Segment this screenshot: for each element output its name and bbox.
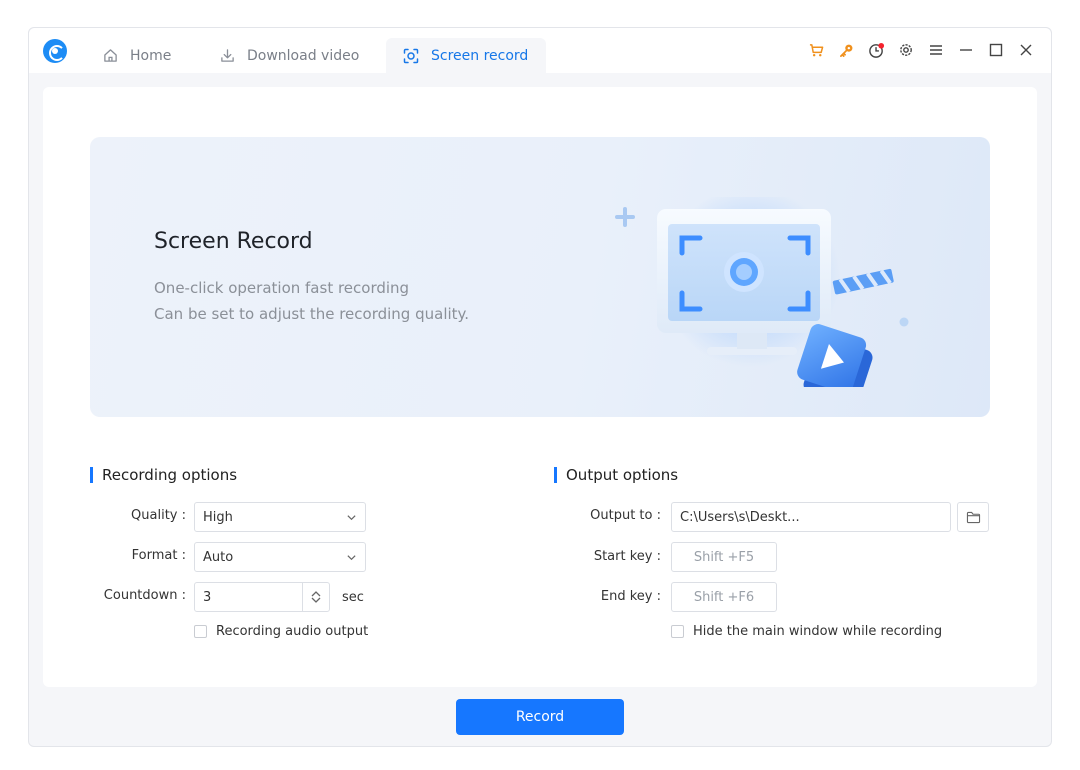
start-key-value: Shift +F5	[693, 549, 755, 565]
tab-screen-record[interactable]: Screen record	[386, 38, 546, 73]
recording-audio-checkbox[interactable]: Recording audio output	[194, 624, 368, 639]
recording-options-title: Recording options	[90, 467, 237, 483]
hide-window-label: Hide the main window while recording	[693, 624, 943, 639]
hide-window-checkbox[interactable]: Hide the main window while recording	[671, 624, 942, 639]
stepper-spin-buttons[interactable]	[302, 583, 329, 611]
app-logo	[43, 39, 67, 63]
format-value: Auto	[203, 549, 234, 565]
hero-banner: Screen Record One-click operation fast r…	[90, 137, 990, 417]
output-to-label: Output to :	[590, 508, 661, 523]
countdown-stepper[interactable]: 3	[194, 582, 330, 612]
countdown-label: Countdown :	[103, 588, 186, 603]
tab-download-video[interactable]: Download video	[220, 38, 359, 73]
title-bar-actions	[795, 41, 1035, 59]
chevron-down-icon	[347, 515, 356, 521]
checkbox-box[interactable]	[671, 625, 684, 638]
end-key-field[interactable]: Shift +F6	[671, 582, 777, 612]
maximize-icon[interactable]	[987, 41, 1005, 59]
folder-icon	[966, 511, 980, 523]
start-key-label: Start key :	[593, 549, 661, 564]
main-panel: Screen Record One-click operation fast r…	[43, 87, 1037, 687]
cart-icon[interactable]	[807, 41, 825, 59]
home-icon	[104, 49, 117, 62]
gear-icon[interactable]	[897, 41, 915, 59]
key-icon[interactable]	[837, 41, 855, 59]
countdown-value: 3	[203, 589, 212, 605]
end-key-label: End key :	[600, 589, 661, 604]
tab-home-label: Home	[130, 47, 172, 64]
countdown-unit: sec	[342, 590, 364, 605]
title-bar: Home Download video Screen record	[29, 28, 1051, 73]
end-key-value: Shift +F6	[693, 589, 755, 605]
close-icon[interactable]	[1017, 41, 1035, 59]
minimize-icon[interactable]	[957, 41, 975, 59]
format-label: Format :	[131, 548, 186, 563]
chevron-down-icon[interactable]	[311, 597, 321, 604]
output-options-title: Output options	[554, 467, 678, 483]
start-key-field[interactable]: Shift +F5	[671, 542, 777, 572]
chevron-down-icon	[347, 555, 356, 561]
chevron-up-icon[interactable]	[311, 590, 321, 597]
hero-title: Screen Record	[154, 229, 313, 254]
tab-download-label: Download video	[247, 47, 360, 64]
browse-folder-button[interactable]	[957, 502, 989, 532]
screen-record-icon	[403, 48, 419, 63]
quality-label: Quality :	[131, 508, 186, 523]
quality-value: High	[203, 509, 233, 525]
quality-select[interactable]: High	[194, 502, 366, 532]
hero-description-line-2: Can be set to adjust the recording quali…	[154, 305, 470, 323]
output-path-value: C:\Users\s\Deskt...	[680, 509, 800, 525]
clock-icon[interactable]	[867, 41, 885, 59]
recording-audio-label: Recording audio output	[216, 624, 369, 639]
app-window: Home Download video Screen record Screen…	[28, 27, 1052, 747]
format-select[interactable]: Auto	[194, 542, 366, 572]
tab-screen-label: Screen record	[431, 47, 529, 64]
record-button[interactable]: Record	[456, 699, 624, 735]
checkbox-box[interactable]	[194, 625, 207, 638]
screen-record-illustration	[615, 197, 909, 387]
menu-icon[interactable]	[927, 41, 945, 59]
download-icon	[221, 49, 234, 62]
tab-home[interactable]: Home	[103, 38, 171, 73]
output-path-field[interactable]: C:\Users\s\Deskt...	[671, 502, 951, 532]
hero-description-line-1: One-click operation fast recording	[154, 279, 410, 297]
